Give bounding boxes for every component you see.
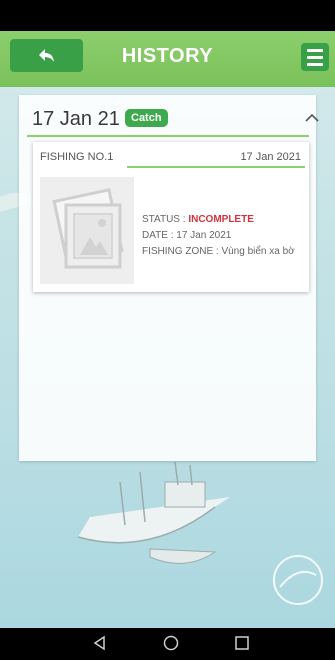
- android-nav-bar: [0, 628, 335, 660]
- app-header: HISTORY: [0, 31, 335, 87]
- triangle-back-icon[interactable]: [92, 635, 108, 651]
- record-name: FISHING NO.1: [40, 151, 114, 163]
- photo-placeholder-icon: [52, 188, 124, 269]
- app-screen: HISTORY 17 Jan 21 Catch FISHING NO.1 17 …: [0, 0, 335, 660]
- status-line: STATUS : INCOMPLETE: [142, 212, 295, 228]
- page-title: HISTORY: [121, 45, 214, 67]
- square-recents-icon[interactable]: [234, 635, 250, 651]
- hamburger-menu-icon: [307, 48, 323, 52]
- fishing-zone-line: FISHING ZONE : Vùng biển xa bờ: [142, 246, 295, 257]
- group-date: 17 Jan 21: [32, 108, 120, 130]
- menu-button[interactable]: [301, 43, 329, 71]
- record-divider: [127, 166, 305, 168]
- chevron-up-icon[interactable]: [305, 113, 319, 122]
- record-thumbnail: [40, 177, 134, 284]
- record-date: 17 Jan 2021: [240, 151, 301, 163]
- status-bar: [0, 0, 335, 31]
- status-label: STATUS :: [142, 214, 189, 225]
- history-panel: 17 Jan 21 Catch FISHING NO.1 17 Jan 2021: [19, 95, 319, 461]
- hamburger-menu-bar: [307, 55, 323, 59]
- status-value: INCOMPLETE: [188, 214, 254, 225]
- fishing-record-card[interactable]: FISHING NO.1 17 Jan 2021 STATUS : INCOMP…: [33, 142, 309, 292]
- history-group-header[interactable]: 17 Jan 21 Catch: [19, 95, 319, 135]
- catch-badge: Catch: [125, 109, 168, 127]
- record-info: STATUS : INCOMPLETE DATE : 17 Jan 2021 F…: [142, 212, 295, 260]
- hamburger-menu-bar: [307, 62, 323, 66]
- group-divider: [27, 135, 309, 137]
- date-line: DATE : 17 Jan 2021: [142, 230, 232, 241]
- circle-home-icon[interactable]: [163, 635, 179, 651]
